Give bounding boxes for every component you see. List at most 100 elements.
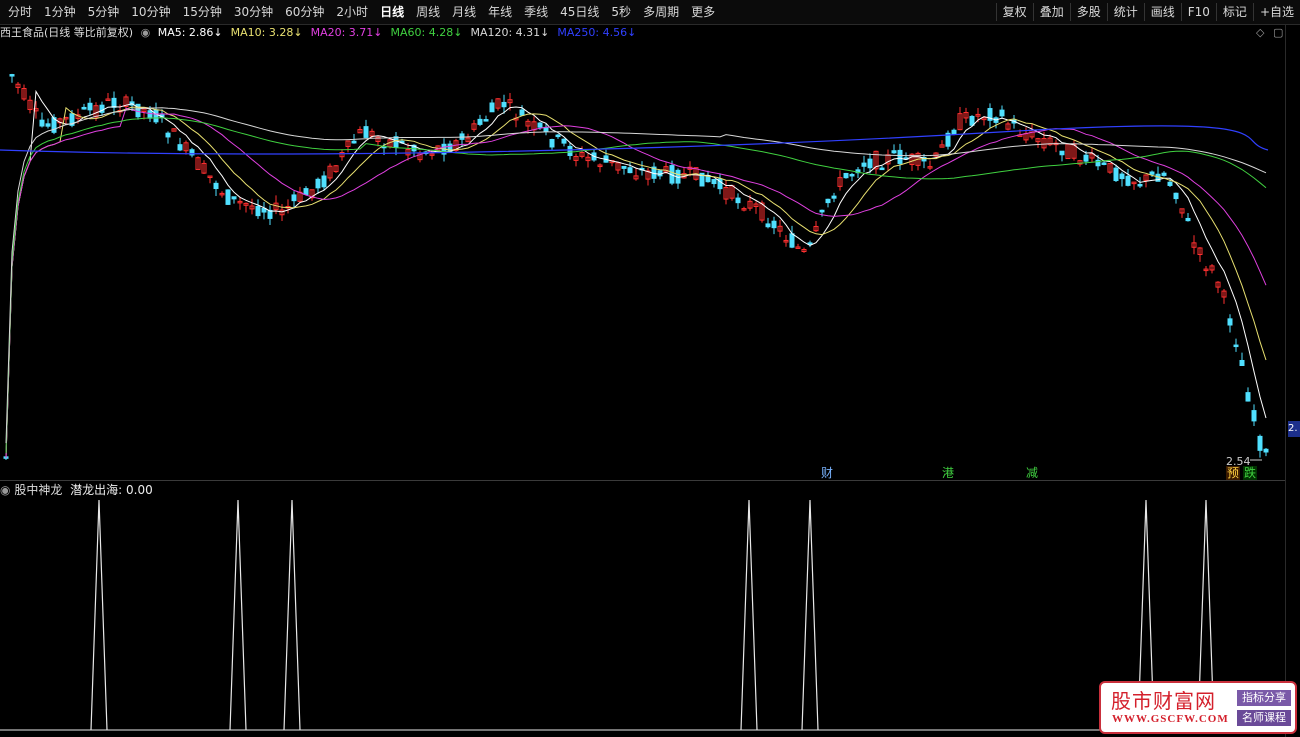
signal-spike bbox=[283, 499, 301, 731]
toolbar-action-6[interactable]: 标记 bbox=[1215, 3, 1253, 21]
indicator-value: 潜龙出海: 0.00 bbox=[70, 483, 153, 497]
period-tab-16[interactable]: 更多 bbox=[685, 3, 721, 21]
candle bbox=[633, 168, 639, 181]
candle bbox=[963, 107, 969, 124]
event-marker-2[interactable]: 减 bbox=[1025, 466, 1039, 480]
candle bbox=[1059, 150, 1065, 162]
candle bbox=[921, 154, 927, 169]
candlestick-chart[interactable] bbox=[0, 42, 1285, 478]
candle bbox=[813, 220, 819, 233]
toolbar-action-0[interactable]: 复权 bbox=[995, 3, 1033, 21]
candle bbox=[987, 103, 993, 129]
candle bbox=[1245, 387, 1251, 402]
candle bbox=[1215, 281, 1221, 294]
panel-menu-icon[interactable]: ▢ bbox=[1273, 25, 1283, 41]
diamond-icon[interactable]: ◇ bbox=[1256, 25, 1264, 41]
watermark-tag-share: 指标分享 bbox=[1237, 690, 1291, 706]
candle bbox=[597, 163, 603, 173]
candle bbox=[843, 172, 849, 179]
period-tab-13[interactable]: 45日线 bbox=[554, 3, 605, 21]
candle bbox=[477, 114, 483, 127]
settings-icon[interactable]: ◉ bbox=[141, 26, 151, 39]
candle bbox=[213, 180, 219, 196]
panel-divider[interactable] bbox=[0, 480, 1285, 481]
signal-spike bbox=[740, 499, 758, 731]
ma-line bbox=[5, 89, 1267, 459]
event-marker-4[interactable]: 跌 bbox=[1243, 466, 1258, 480]
event-marker-1[interactable]: 港 bbox=[941, 466, 955, 480]
ma-label-3: MA60: 4.28↓ bbox=[390, 26, 463, 39]
candle bbox=[927, 160, 933, 171]
candle bbox=[243, 202, 249, 213]
toolbar-action-2[interactable]: 多股 bbox=[1069, 3, 1107, 21]
candle bbox=[171, 128, 177, 132]
period-tab-12[interactable]: 季线 bbox=[518, 3, 554, 21]
period-tab-10[interactable]: 月线 bbox=[446, 3, 482, 21]
period-tab-3[interactable]: 10分钟 bbox=[125, 3, 176, 21]
ma-line bbox=[5, 107, 1267, 444]
candle bbox=[561, 138, 567, 147]
candle bbox=[825, 198, 831, 208]
candle bbox=[105, 93, 111, 101]
candle bbox=[729, 184, 735, 201]
candle bbox=[891, 144, 897, 154]
candle bbox=[1065, 143, 1071, 160]
indicator-chart[interactable] bbox=[0, 498, 1285, 737]
candle bbox=[807, 240, 813, 248]
toolbar-action-1[interactable]: 叠加 bbox=[1032, 3, 1070, 21]
current-price-tag: 2. bbox=[1288, 421, 1300, 437]
candle bbox=[87, 97, 93, 116]
price-axis[interactable] bbox=[1285, 24, 1300, 737]
toolbar-action-5[interactable]: F10 bbox=[1180, 3, 1216, 21]
candle bbox=[801, 247, 807, 253]
period-tab-0[interactable]: 分时 bbox=[2, 3, 38, 21]
candle bbox=[363, 119, 369, 138]
ma-label-5: MA250: 4.56↓ bbox=[557, 26, 637, 39]
period-tab-14[interactable]: 5秒 bbox=[605, 3, 637, 21]
toolbar-action-3[interactable]: 统计 bbox=[1106, 3, 1144, 21]
period-tab-15[interactable]: 多周期 bbox=[637, 3, 685, 21]
toolbar-action-4[interactable]: 画线 bbox=[1143, 3, 1181, 21]
candle bbox=[819, 209, 825, 217]
candle bbox=[645, 167, 651, 186]
candle bbox=[303, 186, 309, 195]
candle bbox=[1119, 171, 1125, 187]
candle bbox=[735, 193, 741, 209]
candle bbox=[981, 116, 987, 126]
candle bbox=[1263, 448, 1269, 457]
candle bbox=[573, 153, 579, 167]
candle bbox=[45, 118, 51, 129]
candle bbox=[225, 189, 231, 205]
candle bbox=[939, 140, 945, 148]
period-tab-5[interactable]: 30分钟 bbox=[228, 3, 279, 21]
period-tab-8[interactable]: 日线 bbox=[374, 3, 410, 21]
candle bbox=[1023, 127, 1029, 144]
period-tab-7[interactable]: 2小时 bbox=[330, 3, 374, 21]
candle bbox=[879, 165, 885, 171]
toolbar-actions: 复权 叠加 多股 统计 画线 F10 标记 +自选 bbox=[995, 3, 1300, 21]
ma-label-2: MA20: 3.71↓ bbox=[310, 26, 383, 39]
event-marker-3[interactable]: 预 bbox=[1226, 466, 1241, 480]
period-tab-9[interactable]: 周线 bbox=[410, 3, 446, 21]
period-tab-11[interactable]: 年线 bbox=[482, 3, 518, 21]
candle bbox=[585, 153, 591, 168]
period-tab-2[interactable]: 5分钟 bbox=[82, 3, 126, 21]
candle bbox=[465, 133, 471, 143]
candle bbox=[297, 186, 303, 203]
period-tab-6[interactable]: 60分钟 bbox=[279, 3, 330, 21]
candle bbox=[765, 217, 771, 229]
period-tab-4[interactable]: 15分钟 bbox=[177, 3, 228, 21]
indicator-toggle-icon[interactable]: ◉ bbox=[0, 483, 10, 497]
toolbar-action-7[interactable]: +自选 bbox=[1252, 3, 1300, 21]
candle bbox=[1221, 289, 1227, 304]
stock-label: 西王食品(日线 等比前复权) bbox=[0, 26, 134, 39]
ma-line bbox=[5, 106, 1267, 459]
candle bbox=[519, 105, 525, 116]
candle bbox=[1089, 147, 1095, 162]
candle bbox=[789, 225, 795, 249]
event-marker-0[interactable]: 财 bbox=[820, 466, 834, 480]
period-tab-1[interactable]: 1分钟 bbox=[38, 3, 82, 21]
candle bbox=[837, 170, 843, 191]
candle bbox=[327, 163, 333, 182]
candle bbox=[177, 137, 183, 152]
